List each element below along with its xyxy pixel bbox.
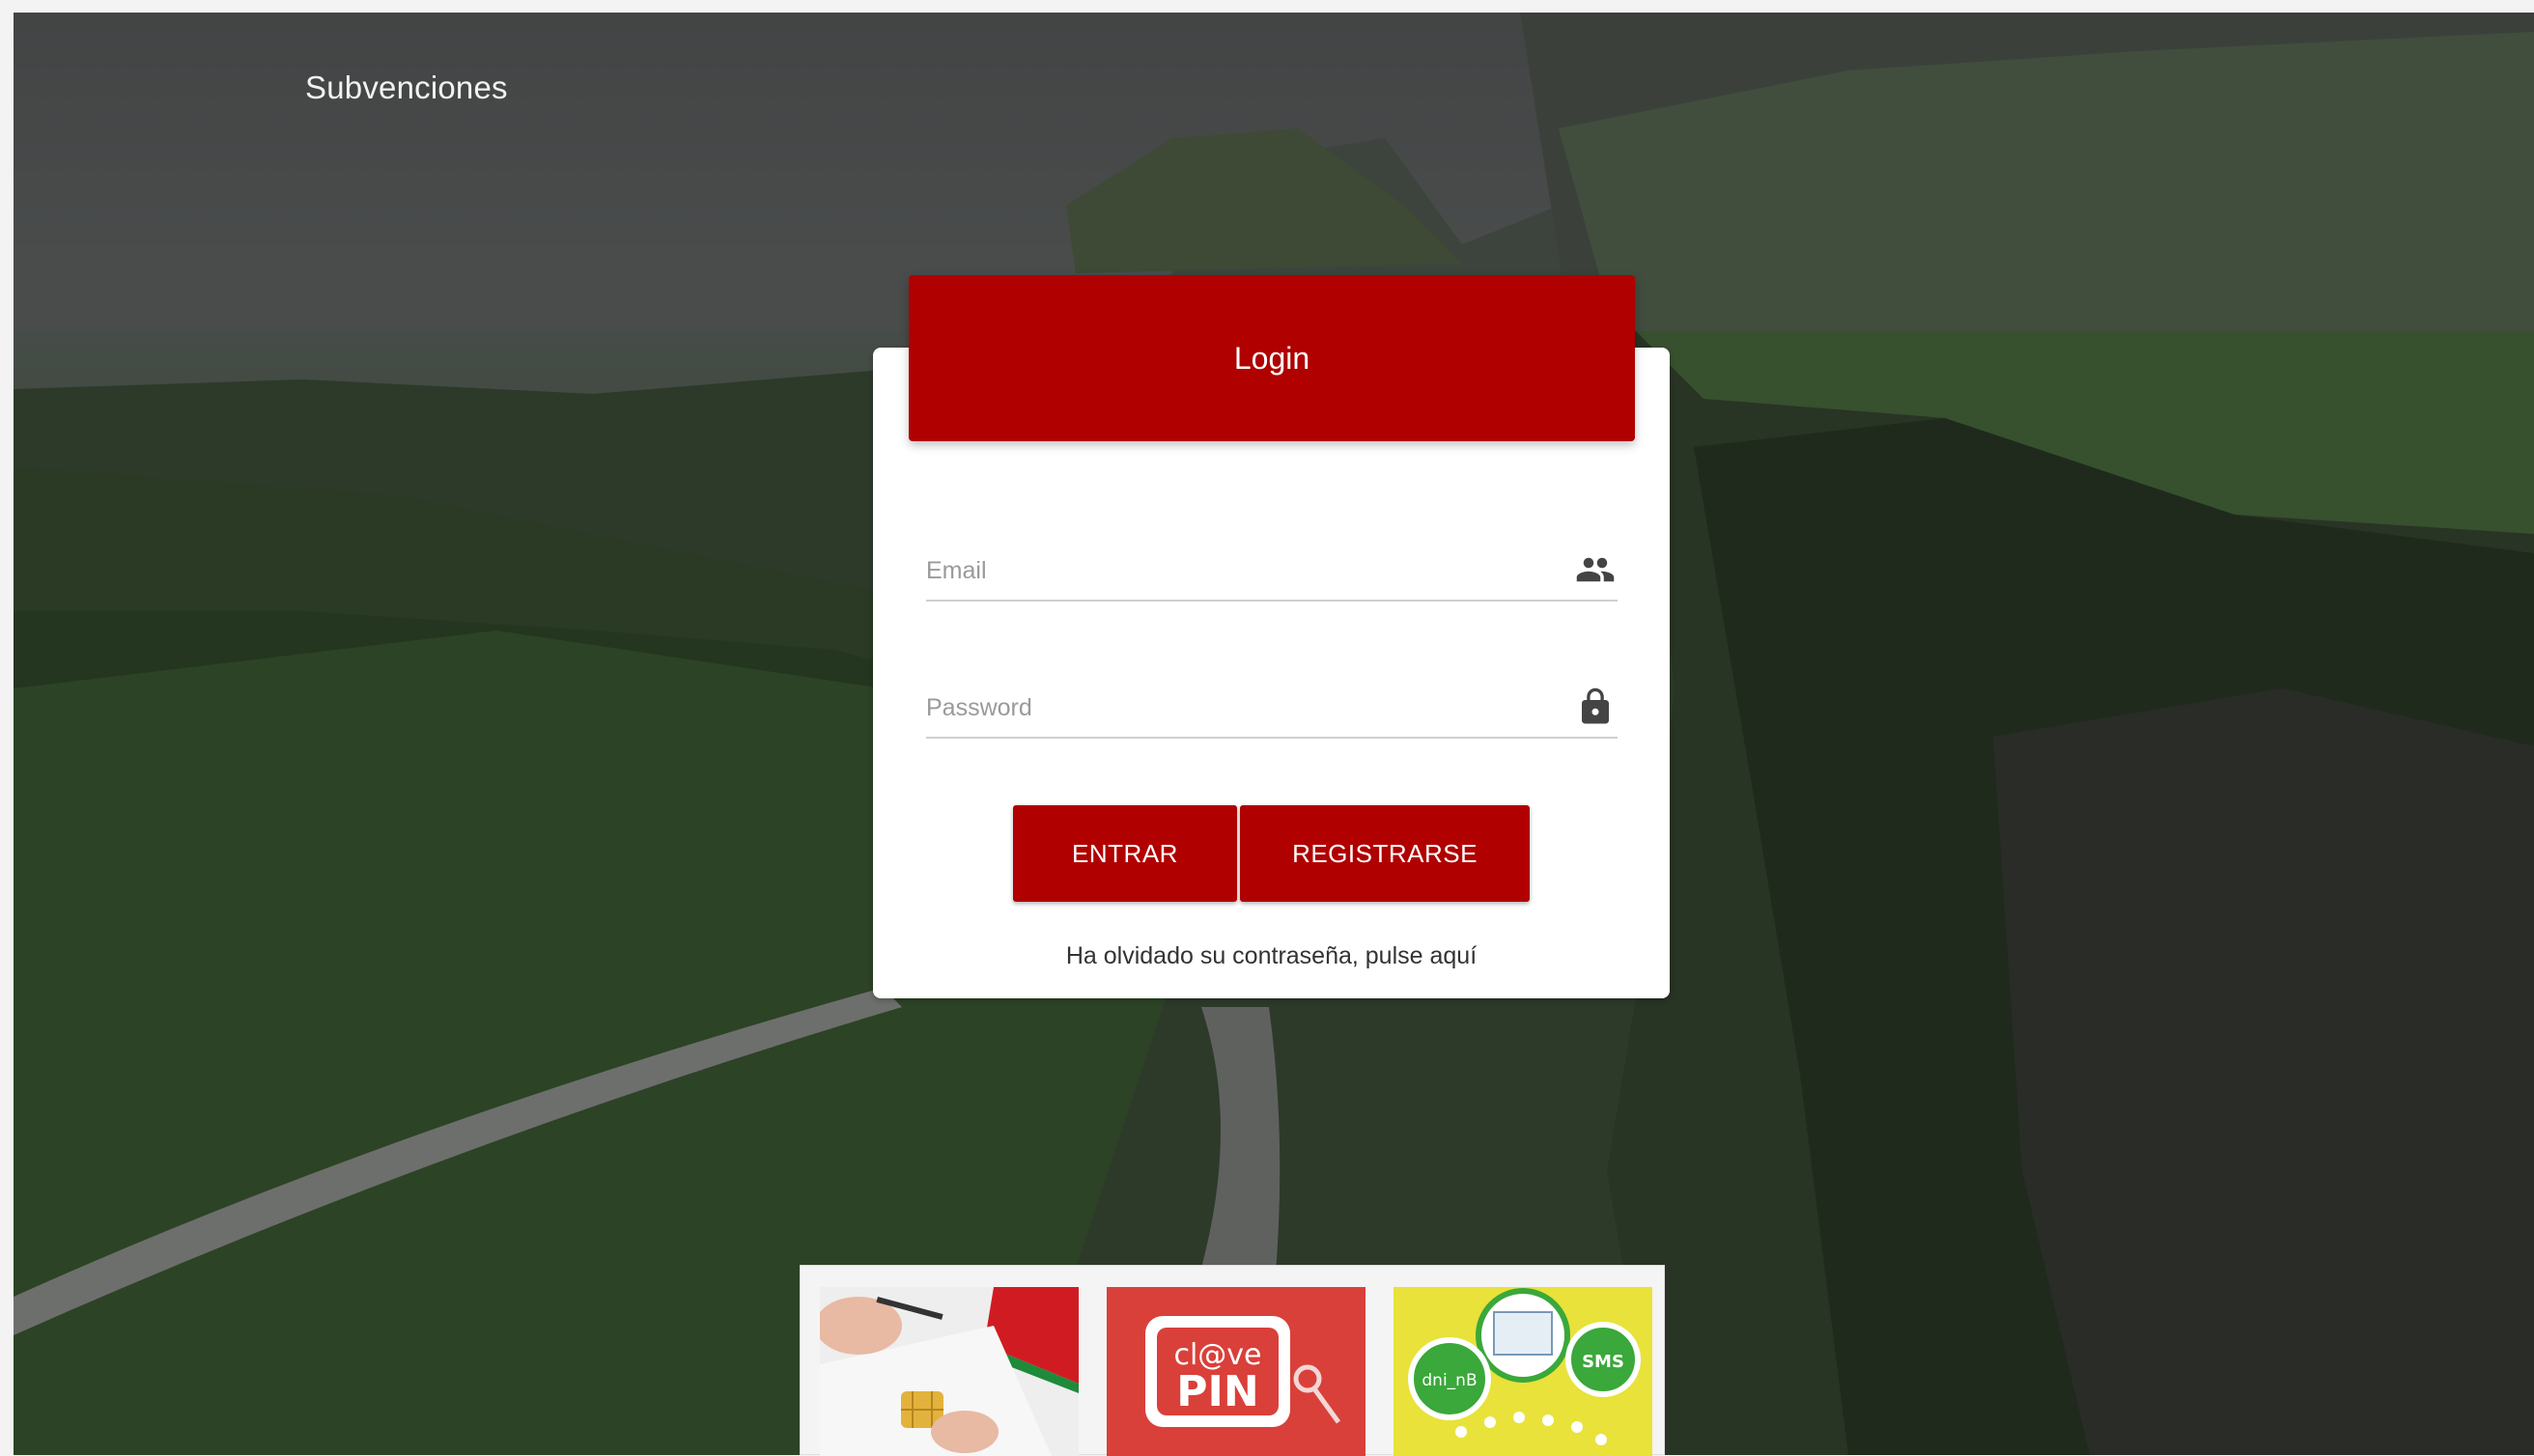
clave-pin-option[interactable]: cl@ve PIN — [1107, 1287, 1366, 1456]
login-title: Login — [909, 275, 1635, 441]
clave-pin-icon: cl@ve PIN — [1107, 1287, 1366, 1456]
digital-certificate-option[interactable] — [820, 1287, 1079, 1456]
users-icon — [1576, 557, 1615, 582]
svg-text:PIN: PIN — [1176, 1367, 1258, 1416]
svg-text:SMS: SMS — [1582, 1352, 1624, 1372]
register-button[interactable]: REGISTRARSE — [1240, 805, 1530, 902]
password-input[interactable] — [926, 686, 1544, 729]
email-input[interactable] — [926, 549, 1544, 592]
forgot-password-link[interactable]: Ha olvidado su contraseña, pulse aquí — [873, 942, 1670, 970]
dni-sms-icon: dni_nB SMS — [1394, 1287, 1652, 1456]
enter-button[interactable]: ENTRAR — [1013, 805, 1237, 902]
email-field[interactable] — [926, 544, 1618, 602]
lock-icon — [1582, 687, 1609, 724]
app-brand[interactable]: Subvenciones — [305, 70, 508, 106]
svg-text:dni_nB: dni_nB — [1422, 1371, 1477, 1390]
password-field[interactable] — [926, 681, 1618, 739]
digital-certificate-icon — [820, 1287, 1079, 1456]
dni-sms-option[interactable]: dni_nB SMS — [1394, 1287, 1652, 1456]
access-options-banner: cl@ve PIN dni_nB SMS — [800, 1265, 1665, 1456]
